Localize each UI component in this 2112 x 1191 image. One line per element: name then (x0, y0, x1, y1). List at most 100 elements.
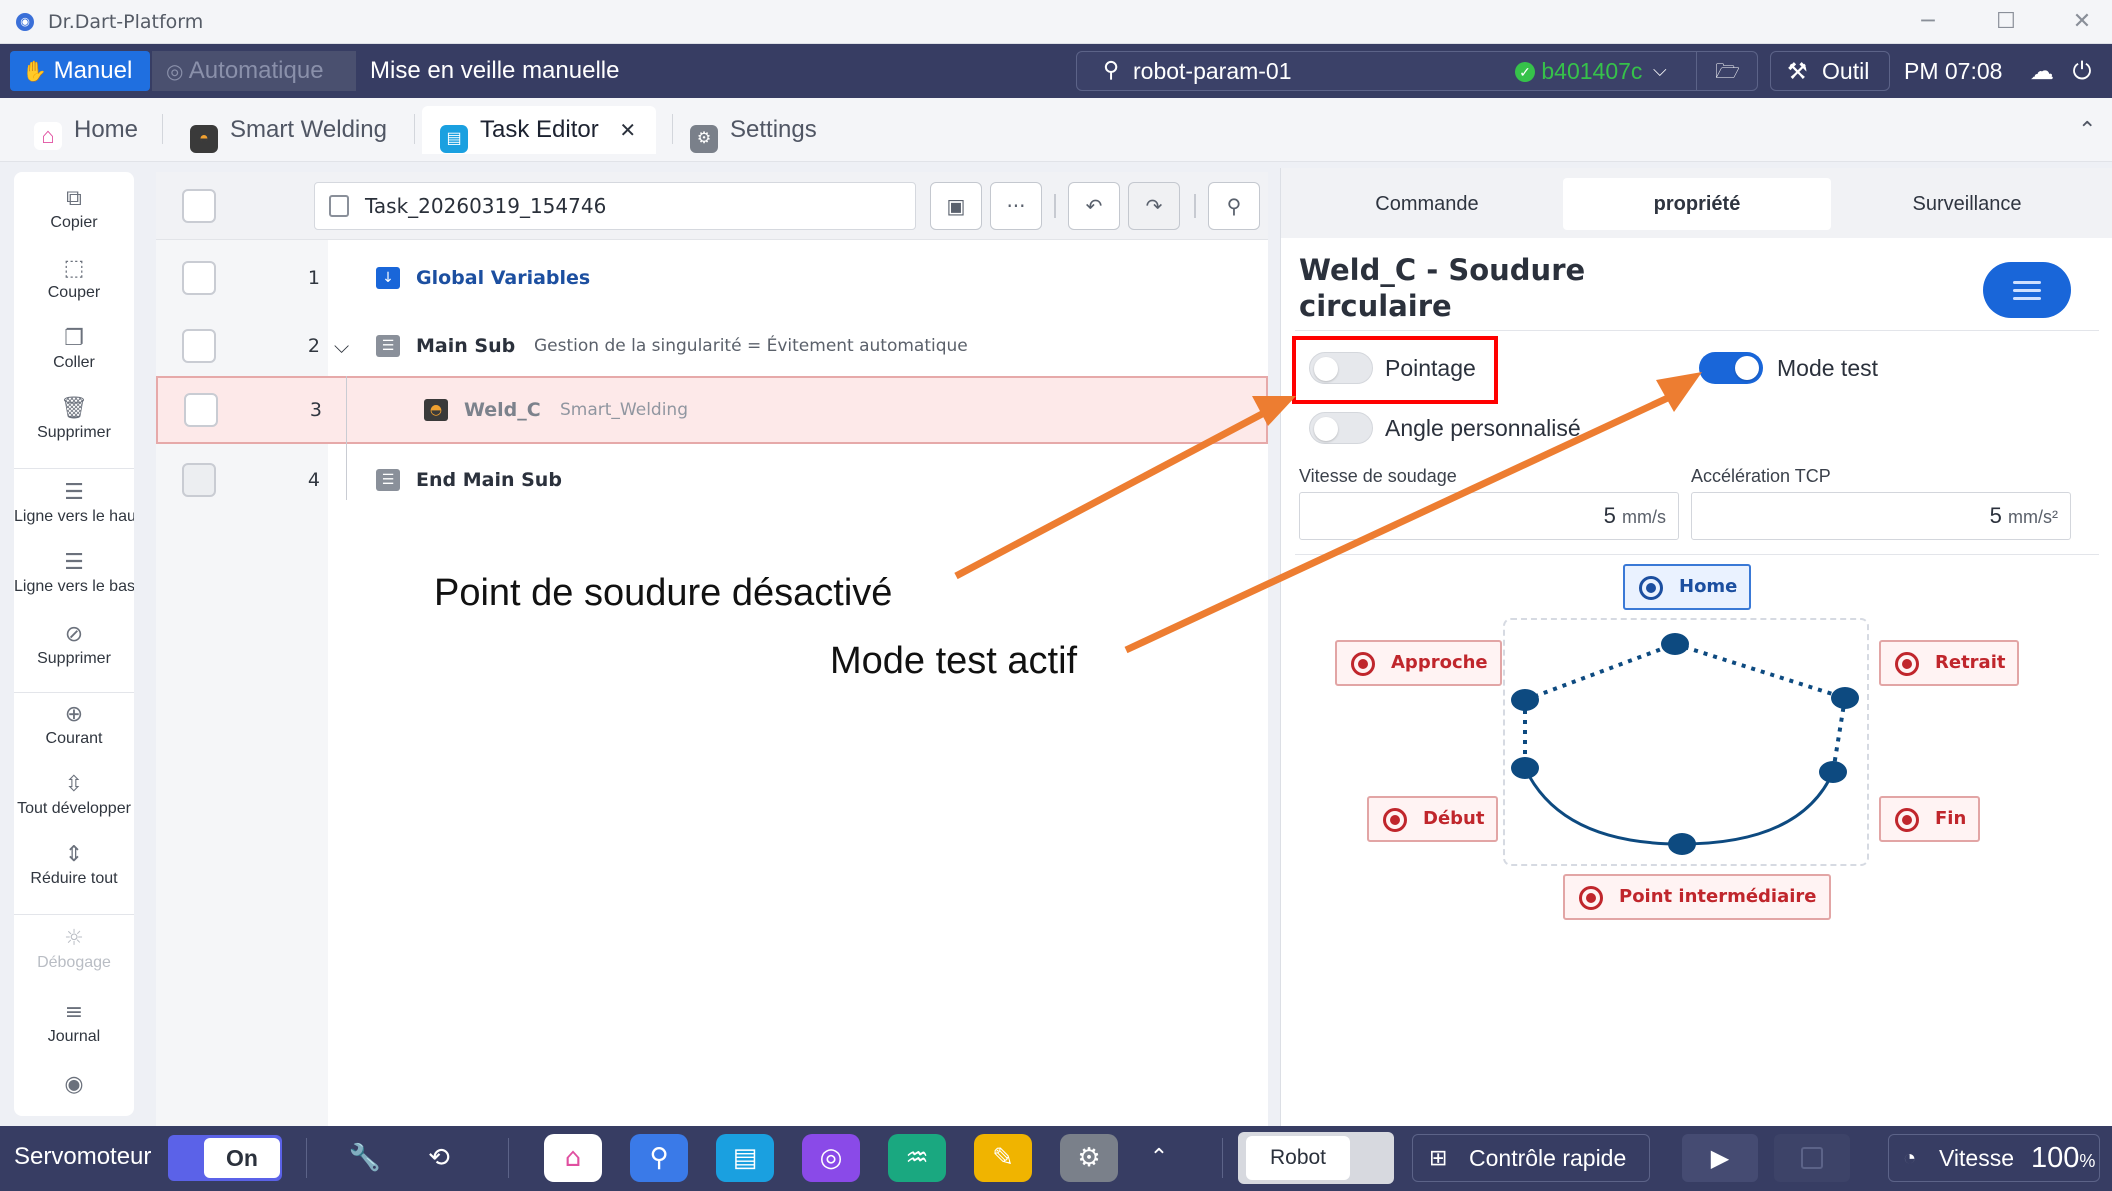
undo-button[interactable]: ↶ (1068, 182, 1120, 230)
stop-button[interactable] (1774, 1134, 1850, 1182)
copy-button[interactable]: ⧉ Copier (14, 184, 134, 232)
gear-icon: ⚙ (690, 125, 718, 153)
row-label: End Main Sub (416, 469, 562, 491)
task-row[interactable]: 1 ↓ Global Variables (156, 244, 1268, 312)
tab-settings[interactable]: ⚙ Settings (690, 106, 817, 154)
expand-all-button[interactable]: ⇳ Tout développer (14, 770, 134, 818)
toolbar-divider (14, 914, 134, 915)
jog-icon[interactable]: ⟲ (410, 1134, 468, 1182)
clock: PM 07:08 (1904, 58, 2003, 84)
collapse-icon: ⇕ (64, 842, 84, 867)
paste-button[interactable]: ❐ Coller (14, 324, 134, 372)
check-icon: ✓ (1515, 62, 1535, 82)
veille-status: Mise en veille manuelle (370, 57, 620, 84)
target-app-icon[interactable]: ◎ (802, 1134, 860, 1182)
close-tab-icon[interactable]: ✕ (619, 120, 636, 142)
tab-divider (414, 114, 415, 144)
task-editor-app-icon[interactable]: ▤ (716, 1134, 774, 1182)
tab-smart-welding[interactable]: ◓ Smart Welding (190, 106, 387, 154)
paste-icon: ❐ (64, 326, 84, 351)
task-name-field[interactable]: Task_20260319_154746 (314, 182, 916, 230)
tab-task-editor[interactable]: ▤ Task Editor ✕ (422, 106, 656, 154)
bottom-bar: Servomoteur On 🔧 ⟲ ⌂ ⚲ ▤ ◎ ♒ ✎ ⚙ ⌃ Robot… (0, 1126, 2112, 1191)
path-points (1511, 633, 1859, 855)
wrench-icon[interactable]: 🔧 (336, 1134, 394, 1182)
play-icon: ▶ (1710, 1144, 1730, 1172)
cut-button[interactable]: ⬚ Couper (14, 254, 134, 302)
select-all-checkbox[interactable] (182, 189, 216, 223)
path-segment-line (1831, 697, 1847, 773)
search-button[interactable]: ⚲ (1208, 182, 1260, 230)
collapse-all-button[interactable]: ⇕ Réduire tout (14, 840, 134, 888)
redo-button[interactable]: ↷ (1128, 182, 1180, 230)
move-line-down-button[interactable]: ☰ Ligne vers le bas (14, 548, 134, 596)
settings-app-icon[interactable]: ⚙ (1060, 1134, 1118, 1182)
home-point-marker (1661, 633, 1689, 655)
chevron-down-icon[interactable]: ⌵ (1653, 52, 1667, 90)
weld-arc (1523, 767, 1835, 846)
row-checkbox[interactable] (184, 393, 218, 427)
task-row[interactable]: 2 ⌵ ☰ Main Sub Gestion de la singularité… (156, 312, 1268, 380)
prohibited-icon: ⊘ (64, 622, 84, 647)
maximize-button[interactable]: ☐ (1984, 6, 2028, 38)
tab-smart-welding-label: Smart Welding (230, 116, 387, 143)
more-button[interactable]: ··· (990, 182, 1042, 230)
quick-control-button[interactable]: ⊞ Contrôle rapide (1412, 1134, 1650, 1182)
copy-label: Copier (50, 214, 98, 231)
retrait-point-marker (1831, 687, 1859, 709)
row-checkbox[interactable] (182, 329, 216, 363)
move-line-down-label: Ligne vers le bas (14, 578, 134, 595)
servo-label: Servomoteur (14, 1143, 152, 1170)
save-button[interactable]: ▣ (930, 182, 982, 230)
move-line-up-button[interactable]: ☰ Ligne vers le haut (14, 478, 134, 526)
cloud-sync-icon[interactable]: ☁ (2024, 52, 2060, 90)
tree-guide-line (346, 376, 347, 500)
trash-icon: 🗑 (60, 396, 88, 421)
collapse-row-icon[interactable]: ⌵ (334, 312, 349, 380)
folder-button[interactable]: 🗁 (1696, 51, 1758, 91)
row-checkbox[interactable] (182, 261, 216, 295)
home-app-icon[interactable]: ⌂ (544, 1134, 602, 1182)
monitor-app-icon[interactable]: ♒ (888, 1134, 946, 1182)
outil-button[interactable]: ⚒ Outil (1770, 51, 1890, 91)
bar-divider (306, 1138, 307, 1178)
mode-automatique-button[interactable]: ◎ Automatique (152, 51, 356, 91)
undo-icon: ↶ (1085, 194, 1103, 218)
stop-icon (1801, 1147, 1823, 1169)
record-button[interactable]: ◉ (14, 1070, 134, 1100)
task-row-selected[interactable]: 3 ◓ Weld_C Smart_Welding (156, 376, 1268, 444)
delete-button[interactable]: 🗑 Supprimer (14, 394, 134, 442)
disable-button[interactable]: ⊘ Supprimer (14, 620, 134, 668)
mode-manuel-button[interactable]: ✋ Manuel (10, 51, 150, 91)
copy-icon: ⧉ (66, 186, 82, 211)
robot-mode-toggle[interactable]: Robot (1238, 1132, 1394, 1184)
close-window-button[interactable]: ✕ (2060, 6, 2104, 38)
tab-bar: ⌂ Home ◓ Smart Welding ▤ Task Editor ✕ ⚙ Set… (0, 98, 2112, 162)
bar-divider (508, 1138, 509, 1178)
minimize-button[interactable]: ─ (1906, 6, 1950, 38)
tab-home[interactable]: ⌂ Home (34, 106, 138, 154)
collapse-tabs-button[interactable]: ⌃ (2078, 106, 2096, 154)
task-name: Task_20260319_154746 (365, 194, 607, 218)
window-titlebar: ◉ Dr.Dart-Platform ─ ☐ ✕ (0, 0, 2112, 44)
row-checkbox[interactable] (182, 463, 216, 497)
speed-number: 100 (2031, 1142, 2080, 1174)
play-button[interactable]: ▶ (1682, 1134, 1758, 1182)
mode-manuel-label: Manuel (53, 57, 133, 84)
debug-button[interactable]: ☼ Débogage (14, 924, 134, 972)
robot-selector[interactable]: ⚲ robot-param-01 ✓ b401407c ⌵ (1076, 51, 1758, 91)
cut-label: Couper (47, 284, 101, 301)
notes-app-icon[interactable]: ✎ (974, 1134, 1032, 1182)
task-row[interactable]: 4 ☰ End Main Sub (156, 446, 1268, 514)
journal-button[interactable]: ≡ Journal (14, 998, 134, 1046)
servo-toggle[interactable]: On (168, 1135, 282, 1181)
intermediaire-point-marker (1668, 833, 1696, 855)
speed-control[interactable]: ◔ Vitesse 100% (1888, 1134, 2100, 1182)
more-apps-button[interactable]: ⌃ (1130, 1134, 1188, 1182)
row-label: Main Sub (416, 335, 516, 357)
welding-helmet-icon: ◓ (424, 399, 448, 421)
power-status-icon[interactable]: ⏻ (2064, 52, 2100, 90)
quick-control-label: Contrôle rapide (1469, 1145, 1627, 1171)
current-button[interactable]: ⊕ Courant (14, 700, 134, 748)
robot-jog-app-icon[interactable]: ⚲ (630, 1134, 688, 1182)
